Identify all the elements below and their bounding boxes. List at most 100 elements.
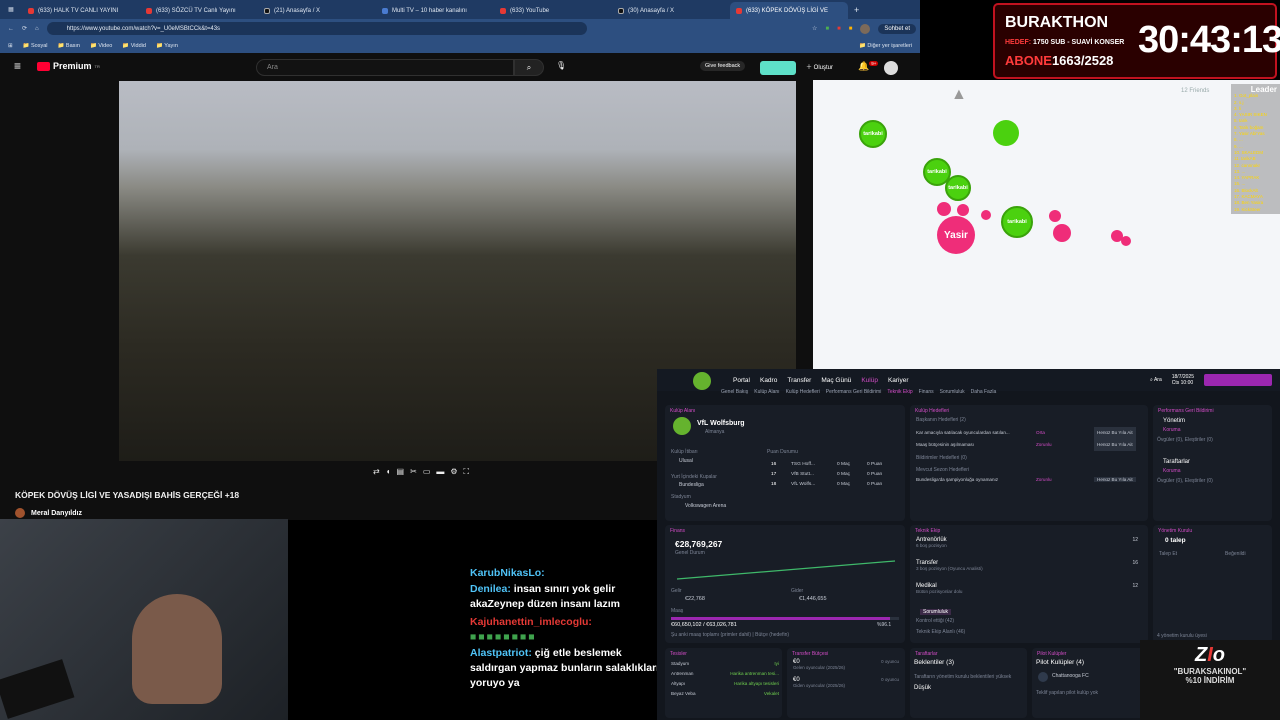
staff-row[interactable]: Medikal Bütün pozisyonlar dolu 12 <box>916 583 1142 606</box>
club-area-card[interactable]: Kulüp Alanı VfL Wolfsburg Almanya Kulüp … <box>665 405 905 521</box>
subnav-performance[interactable]: Performans Geri Bildirimi <box>826 389 882 395</box>
browser-tab[interactable]: (21) Anasayfa / X <box>258 2 376 19</box>
bookmark-folder[interactable]: 📁 Sosyal <box>23 43 48 49</box>
theater-icon[interactable]: ▬ <box>436 467 444 477</box>
bookmark-folder[interactable]: 📁 Viddid <box>122 43 146 49</box>
nav-transfer[interactable]: Transfer <box>787 377 811 384</box>
other-bookmarks[interactable]: 📁 Diğer yer işaretleri <box>859 43 912 49</box>
address-bar-row: ← ⟳ ⌂ https://www.youtube.com/watch?v=_U… <box>0 19 920 38</box>
subnav-more[interactable]: Daha Fazla <box>971 389 997 395</box>
browser-tab[interactable]: (30) Anasayfa / X <box>612 2 730 19</box>
transfer-row: €0 Giden oyuncular (2025/26) 0 oyuncu <box>793 677 901 695</box>
staff-list: Antrenörlük 6 boş pozisyon 12 Transfer 3 boş… <box>916 537 1142 606</box>
board-requests-card[interactable]: Yönetim Kurulu 0 talep Talep Et Beğenild… <box>1153 525 1272 643</box>
bookmark-folder[interactable]: 📁 Video <box>90 43 112 49</box>
home-icon[interactable]: ⌂ <box>35 26 39 32</box>
bookmark-star-icon[interactable]: ☆ <box>812 25 817 32</box>
pilot-clubs-card[interactable]: Pilot Kulüpler Pilot Kulüpler (4) Chatta… <box>1032 648 1148 718</box>
search-input[interactable]: Ara <box>256 59 514 76</box>
bookmark-folder[interactable]: 📁 Basın <box>58 43 80 49</box>
extension-icon[interactable]: ■ <box>849 26 853 32</box>
transfer-row: €0 Gelen oyuncular (2025/26) 0 oyuncu <box>793 659 901 677</box>
browser-tab[interactable]: (633) HALK TV CANLI YAYINI <box>22 2 140 19</box>
income-value: €22,768 <box>685 596 705 602</box>
browser-menu-icon[interactable]: ▦ <box>0 6 22 13</box>
url-field[interactable]: https://www.youtube.com/watch?v=_U0eMSBt… <box>46 22 587 35</box>
goal-row: Kar amacıyla satılacak oyunculardan satı… <box>916 427 1144 439</box>
cell-name: tarikabi <box>1007 219 1027 225</box>
profile-avatar[interactable] <box>860 23 871 34</box>
agar-game-canvas[interactable]: ▲ tarikabi tarikabi tarikabi tarikabi Ya… <box>813 80 1280 370</box>
club-crest[interactable] <box>693 372 711 390</box>
back-icon[interactable]: ← <box>8 26 14 32</box>
finance-card[interactable]: Finans €28,769,267 Genel Durum Gelir €22… <box>665 525 905 643</box>
sponsor-code: "BURAKSAKINOL" <box>1173 667 1247 676</box>
browser-tab-active[interactable]: (633) KÖPEK DÖVÜŞ LİGİ VE <box>730 2 848 19</box>
browser-tab[interactable]: Multi TV – 10 haber kanalını <box>376 2 494 19</box>
tab-label: (633) YouTube <box>510 7 550 14</box>
facilities-card[interactable]: Tesisler Stadyum Iyi Antrenman Harika antre… <box>665 648 782 718</box>
standing-team: VfB Stutt... <box>791 472 814 477</box>
channel-avatar[interactable] <box>15 508 25 518</box>
new-tab-icon[interactable]: + <box>854 5 859 15</box>
apps-icon[interactable]: ⊞ <box>8 43 13 49</box>
youtube-logo[interactable]: Premium TR <box>37 61 100 71</box>
search-placeholder: Ara <box>267 64 278 71</box>
subnav-club-goals[interactable]: Kulüp Hedefleri <box>786 389 820 395</box>
subnav-staff[interactable]: Teknik Ekip <box>887 389 912 395</box>
clip-icon[interactable]: ✂ <box>410 467 417 477</box>
extension-icon[interactable]: ■ <box>825 26 829 32</box>
staff-card[interactable]: Teknik Ekip Antrenörlük 6 boş pozisyon 12 T… <box>910 525 1148 643</box>
bookmark-folder[interactable]: 📁 Yayın <box>156 43 178 49</box>
staff-row[interactable]: Antrenörlük 6 boş pozisyon 12 <box>916 537 1142 560</box>
feedback-button[interactable]: Give feedback <box>700 61 746 71</box>
nav-club[interactable]: Kulüp <box>861 377 878 384</box>
search-icon[interactable]: ⌕ <box>514 59 544 76</box>
table-row: 16 TSG Hoff... 0 Maç 0 Puan <box>771 460 901 470</box>
avatar[interactable] <box>884 61 898 75</box>
request-action[interactable]: Talep Et <box>1159 551 1177 557</box>
loop-icon[interactable]: ⇄ <box>373 467 380 477</box>
subtitles-icon[interactable]: ▤ <box>397 467 405 477</box>
hamburger-menu-icon[interactable]: ≡ <box>14 59 21 73</box>
goal-action[interactable]: Henüz Bu Yıla Ait <box>1094 477 1136 482</box>
stadium-label: Stadyum <box>671 494 691 500</box>
requests-footer: 4 yönetim kurulu üyesi <box>1157 633 1207 639</box>
subnav-responsibility[interactable]: Sorumluluk <box>940 389 965 395</box>
browser-tab[interactable]: (633) YouTube <box>494 2 612 19</box>
subnav-club-area[interactable]: Kulüp Alanı <box>754 389 779 395</box>
wage-label: Maaş <box>671 608 684 614</box>
club-goals-card[interactable]: Kulüp Hedefleri Başkanın Hedefleri (2) K… <box>910 405 1148 521</box>
channel-name[interactable]: Meral Danyıldız <box>31 510 82 517</box>
staff-row[interactable]: Transfer 3 boş pozisyon (Oyuncu Analisti)… <box>916 560 1142 583</box>
nav-matchday[interactable]: Maç Günü <box>821 377 851 384</box>
transfer-budget-card[interactable]: Transfer Bütçesi €0 Gelen oyuncular (2025… <box>787 648 905 718</box>
subnav-finance[interactable]: Finans <box>919 389 934 395</box>
fans-card[interactable]: Taraftarlar Beklentiler (3) Taraftarın y… <box>910 648 1027 718</box>
browser-tab[interactable]: (633) SÖZCÜ TV Canlı Yayını <box>140 2 258 19</box>
nav-portal[interactable]: Portal <box>733 377 750 384</box>
chat-button[interactable]: Sohbet et <box>878 23 916 34</box>
performance-card[interactable]: Performans Geri Bildirimi Yönetim Koruma… <box>1153 405 1272 521</box>
create-button[interactable]: ＋ Oluştur <box>806 62 833 71</box>
fullscreen-icon[interactable]: ⛶ <box>464 467 470 477</box>
extension-toggle[interactable] <box>760 61 796 75</box>
extension-icon[interactable]: ■ <box>837 26 841 32</box>
microphone-icon[interactable]: 🎙 <box>556 61 566 70</box>
miniplayer-icon[interactable]: ▭ <box>423 467 431 477</box>
reload-icon[interactable]: ⟳ <box>22 25 27 32</box>
subnav-overview[interactable]: Genel Bakış <box>721 389 748 395</box>
goal-action[interactable]: Henüz Bu Yıla Ait <box>1094 439 1136 451</box>
search-icon[interactable]: ⌕ Ara <box>1150 377 1162 383</box>
staff-sub: 6 boş pozisyon <box>916 543 947 548</box>
nav-career[interactable]: Kariyer <box>888 377 909 384</box>
nav-squad[interactable]: Kadro <box>760 377 777 384</box>
continue-button[interactable] <box>1204 374 1272 386</box>
facilities-list: Stadyum Iyi Antrenman Harika antrenman tesi… <box>671 659 779 699</box>
volume-icon[interactable]: ◖ <box>386 467 391 477</box>
notifications-icon[interactable]: 🔔 9+ <box>858 61 879 72</box>
goal-action[interactable]: Henüz Bu Yıla Ait <box>1094 427 1136 439</box>
settings-icon[interactable]: ⚙ <box>450 467 457 477</box>
overlay-goal-line: HEDEF: 1750 SUB - SUAVİ KONSER <box>1005 39 1124 46</box>
standing-played: 0 Maç <box>837 462 851 467</box>
